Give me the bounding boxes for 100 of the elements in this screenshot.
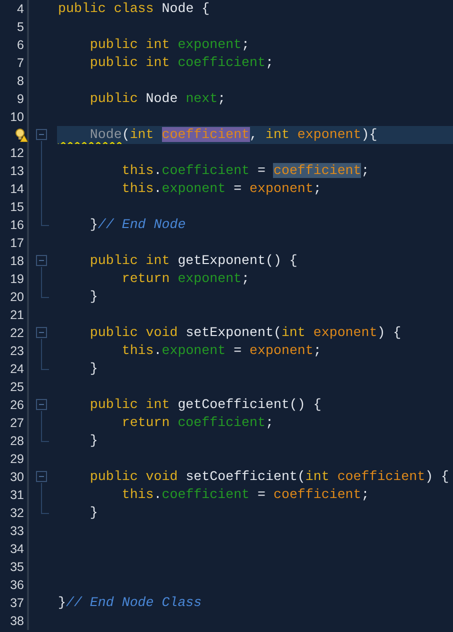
field-name: exponent <box>162 343 226 358</box>
code-text: } <box>88 289 98 304</box>
keyword: public <box>88 469 139 484</box>
keyword: int <box>146 253 171 268</box>
keyword: int <box>146 55 171 70</box>
field-name: exponent <box>178 37 242 52</box>
parameter-name: coefficient <box>273 487 362 502</box>
code-text: setExponent( <box>186 325 282 340</box>
code-text: ; <box>361 163 370 178</box>
line-number: 25 <box>10 380 24 394</box>
field-name: coefficient <box>162 487 250 502</box>
code-text: ; <box>218 91 226 106</box>
line-number: 23 <box>10 344 24 358</box>
keyword: this <box>120 343 154 358</box>
code-text: ; <box>361 487 370 502</box>
line-number: 8 <box>17 74 24 88</box>
keyword: void <box>146 469 179 484</box>
line-number: 6 <box>17 38 24 52</box>
parameter-name: exponent <box>250 343 314 358</box>
code-text: ) { <box>425 469 450 484</box>
code-text: } <box>58 595 66 610</box>
code-text: . <box>154 163 162 178</box>
keyword: int <box>146 37 171 52</box>
code-text: = <box>232 343 243 358</box>
keyword: public <box>88 325 139 340</box>
code-comment: // End Node Class <box>66 595 202 610</box>
line-number: 18 <box>10 254 24 268</box>
code-text: . <box>154 343 162 358</box>
line-number: 4 <box>17 2 24 16</box>
keyword: public <box>88 91 139 106</box>
parameter-name: coefficient <box>162 127 250 142</box>
keyword: return <box>120 415 171 430</box>
line-number: 10 <box>10 110 24 124</box>
code-text: getExponent() { <box>178 253 298 268</box>
keyword: public <box>88 253 139 268</box>
code-text: ; <box>242 37 250 52</box>
code-text: } <box>88 217 98 232</box>
keyword: int <box>146 397 171 412</box>
code-text: ; <box>313 181 322 196</box>
code-text: } <box>88 361 98 376</box>
line-number: 9 <box>17 92 24 106</box>
keyword: return <box>120 271 171 286</box>
line-number: 33 <box>10 524 24 538</box>
line-number: 37 <box>10 596 24 610</box>
line-number: 7 <box>17 56 24 70</box>
code-text: Node <box>146 91 179 106</box>
collapse-icon[interactable] <box>36 399 47 410</box>
field-name: coefficient <box>162 163 250 178</box>
code-text: ; <box>242 271 250 286</box>
code-text: , <box>250 127 259 142</box>
keyword: int <box>281 325 306 340</box>
parameter-name: coefficient <box>273 163 362 178</box>
code-text: ; <box>265 55 274 70</box>
line-number: 36 <box>10 578 24 592</box>
code-text: = <box>232 181 243 196</box>
keyword: public <box>88 397 139 412</box>
line-number: 15 <box>10 200 24 214</box>
line-number: 28 <box>10 434 24 448</box>
parameter-name: exponent <box>297 127 362 142</box>
code-text: ) { <box>377 325 402 340</box>
parameter-name: exponent <box>313 325 378 340</box>
field-name: exponent <box>162 181 226 196</box>
code-text: ; <box>313 343 322 358</box>
keyword: this <box>120 163 154 178</box>
code-comment: // End Node <box>98 217 186 232</box>
line-number: 26 <box>10 398 24 412</box>
code-text: ){ <box>361 127 378 142</box>
line-number: 31 <box>10 488 24 502</box>
keyword: public <box>58 1 107 16</box>
line-number: 12 <box>10 146 24 160</box>
keyword: int <box>305 469 330 484</box>
keyword: int <box>130 127 155 142</box>
line-number: 20 <box>10 290 24 304</box>
line-number: 34 <box>10 542 24 556</box>
line-number: 35 <box>10 560 24 574</box>
keyword: this <box>120 487 154 502</box>
line-number: 16 <box>10 218 24 232</box>
field-name: next <box>186 91 218 106</box>
code-text: } <box>88 433 98 448</box>
keyword: void <box>146 325 179 340</box>
line-number: 32 <box>10 506 24 520</box>
code-text: getCoefficient() { <box>178 397 322 412</box>
collapse-icon[interactable] <box>36 327 47 338</box>
warning-lightbulb-icon[interactable] <box>15 128 28 142</box>
line-number: 22 <box>10 326 24 340</box>
keyword: public <box>88 37 139 52</box>
line-number: 14 <box>10 182 24 196</box>
keyword: int <box>266 127 290 142</box>
line-number: 5 <box>17 20 24 34</box>
code-text: = <box>256 163 266 178</box>
field-name: exponent <box>178 271 242 286</box>
collapse-icon[interactable] <box>36 129 47 140</box>
keyword: public <box>88 55 139 70</box>
keyword: class <box>114 1 155 16</box>
line-number: 13 <box>10 164 24 178</box>
collapse-icon[interactable] <box>36 471 47 482</box>
line-number: 17 <box>10 236 24 250</box>
code-text: = <box>256 487 266 502</box>
code-text: ; <box>265 415 274 430</box>
collapse-icon[interactable] <box>36 255 47 266</box>
